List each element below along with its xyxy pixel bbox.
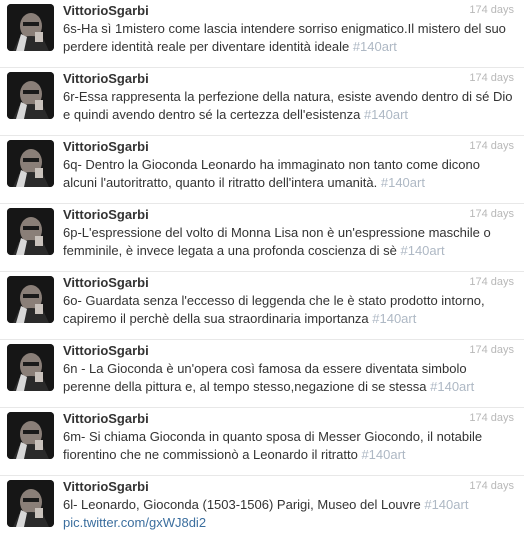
username[interactable]: VittorioSgarbi [63, 411, 149, 426]
username[interactable]: VittorioSgarbi [63, 207, 149, 222]
tweet: VittorioSgarbi 174 days 6p-L'espressione… [0, 204, 524, 272]
hashtag-link[interactable]: #140art [424, 497, 468, 512]
hashtag-link[interactable]: #140art [381, 175, 425, 190]
tweet-timestamp[interactable]: 174 days [469, 344, 514, 356]
tweet-text-fragment: perdere identità reale per diventare ide… [63, 39, 353, 54]
username[interactable]: VittorioSgarbi [63, 479, 149, 494]
hashtag-link[interactable]: #140art [364, 107, 408, 122]
tweet-text-fragment: e quindi avendo dentro sé la certezza de… [63, 107, 364, 122]
tweet-timestamp[interactable]: 174 days [469, 140, 514, 152]
tweet: VittorioSgarbi 174 days 6o- Guardata sen… [0, 272, 524, 340]
tweet: VittorioSgarbi 174 days 6l- Leonardo, Gi… [0, 476, 524, 536]
avatar[interactable] [7, 480, 54, 527]
hashtag-link[interactable]: #140art [372, 311, 416, 326]
avatar-photo [7, 276, 54, 323]
tweet-text-line: 6q- Dentro la Gioconda Leonardo ha immag… [63, 157, 480, 172]
avatar[interactable] [7, 140, 54, 187]
username[interactable]: VittorioSgarbi [63, 71, 149, 86]
tweet-text-fragment: capiremo il perchè della sua straordinar… [63, 311, 373, 326]
tweet-text-fragment: perenne della pittura e, al tempo stesso… [63, 379, 431, 394]
avatar-photo [7, 140, 54, 187]
tweet-text: 6q- Dentro la Gioconda Leonardo ha immag… [63, 156, 515, 192]
username[interactable]: VittorioSgarbi [63, 139, 149, 154]
tweet-text-line: 6n - La Gioconda è un'opera così famosa … [63, 361, 467, 376]
media-link[interactable]: pic.twitter.com/gxWJ8di2 [63, 515, 206, 530]
tweet-text-fragment: fiorentino che ne commissionò a Leonardo… [63, 447, 362, 462]
avatar[interactable] [7, 276, 54, 323]
tweet-text-line: 6m- Si chiama Gioconda in quanto sposa d… [63, 429, 483, 444]
tweet-text: 6m- Si chiama Gioconda in quanto sposa d… [63, 428, 515, 464]
tweet-text-line: femminile, è invece legata a una profond… [63, 242, 515, 260]
tweet-text: 6l- Leonardo, Gioconda (1503-1506) Parig… [63, 496, 515, 532]
tweet-text: 6o- Guardata senza l'eccesso di leggenda… [63, 292, 515, 328]
username[interactable]: VittorioSgarbi [63, 343, 149, 358]
tweet-text-fragment: 6l- Leonardo, Gioconda (1503-1506) Parig… [63, 497, 425, 512]
avatar[interactable] [7, 412, 54, 459]
avatar[interactable] [7, 208, 54, 255]
tweet-timestamp[interactable]: 174 days [469, 72, 514, 84]
tweet-text-line: 6r-Essa rappresenta la perfezione della … [63, 89, 513, 104]
avatar[interactable] [7, 344, 54, 391]
hashtag-link[interactable]: #140art [400, 243, 444, 258]
username[interactable]: VittorioSgarbi [63, 3, 149, 18]
tweet-text: 6p-L'espressione del volto di Monna Lisa… [63, 224, 515, 260]
tweet: VittorioSgarbi 174 days 6s-Ha sì 1mister… [0, 0, 524, 68]
tweet-text-line: pic.twitter.com/gxWJ8di2 [63, 514, 515, 532]
tweet-text-line: perdere identità reale per diventare ide… [63, 38, 515, 56]
tweet-text-line: capiremo il perchè della sua straordinar… [63, 310, 515, 328]
tweet-text-fragment: femminile, è invece legata a una profond… [63, 243, 401, 258]
avatar-photo [7, 480, 54, 527]
tweet-text: 6s-Ha sì 1mistero come lascia intendere … [63, 20, 515, 56]
tweet-text-line: perenne della pittura e, al tempo stesso… [63, 378, 515, 396]
hashtag-link[interactable]: #140art [361, 447, 405, 462]
tweet-text-line: alcuni l'autoritratto, quanto il ritratt… [63, 174, 515, 192]
tweet-text-line: fiorentino che ne commissionò a Leonardo… [63, 446, 515, 464]
tweet-text: 6r-Essa rappresenta la perfezione della … [63, 88, 515, 124]
avatar-photo [7, 4, 54, 51]
tweet-timeline: VittorioSgarbi 174 days 6s-Ha sì 1mister… [0, 0, 524, 536]
hashtag-link[interactable]: #140art [353, 39, 397, 54]
tweet-text-line: e quindi avendo dentro sé la certezza de… [63, 106, 515, 124]
tweet-text-fragment: alcuni l'autoritratto, quanto il ritratt… [63, 175, 381, 190]
avatar-photo [7, 208, 54, 255]
username[interactable]: VittorioSgarbi [63, 275, 149, 290]
tweet-text-line: 6s-Ha sì 1mistero come lascia intendere … [63, 21, 506, 36]
tweet: VittorioSgarbi 174 days 6r-Essa rapprese… [0, 68, 524, 136]
tweet-text: 6n - La Gioconda è un'opera così famosa … [63, 360, 515, 396]
tweet-timestamp[interactable]: 174 days [469, 276, 514, 288]
tweet: VittorioSgarbi 174 days 6q- Dentro la Gi… [0, 136, 524, 204]
avatar-photo [7, 72, 54, 119]
avatar-photo [7, 344, 54, 391]
tweet-timestamp[interactable]: 174 days [469, 412, 514, 424]
hashtag-link[interactable]: #140art [430, 379, 474, 394]
tweet-timestamp[interactable]: 174 days [469, 480, 514, 492]
tweet-text-line: 6l- Leonardo, Gioconda (1503-1506) Parig… [63, 496, 515, 514]
tweet: VittorioSgarbi 174 days 6n - La Gioconda… [0, 340, 524, 408]
tweet-timestamp[interactable]: 174 days [469, 4, 514, 16]
tweet-text-line: 6p-L'espressione del volto di Monna Lisa… [63, 225, 491, 240]
tweet-timestamp[interactable]: 174 days [469, 208, 514, 220]
tweet-text-line: 6o- Guardata senza l'eccesso di leggenda… [63, 293, 485, 308]
avatar[interactable] [7, 72, 54, 119]
avatar-photo [7, 412, 54, 459]
tweet: VittorioSgarbi 174 days 6m- Si chiama Gi… [0, 408, 524, 476]
avatar[interactable] [7, 4, 54, 51]
